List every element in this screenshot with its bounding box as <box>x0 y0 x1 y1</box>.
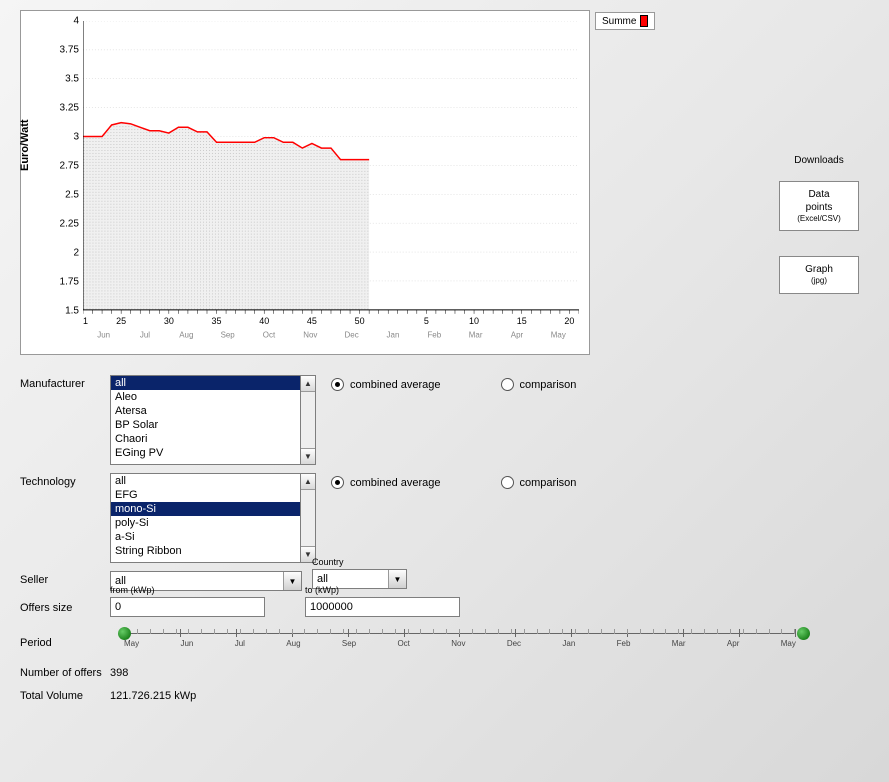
svg-text:Dec: Dec <box>345 331 359 340</box>
download-jpg-button[interactable]: Graph (jpg) <box>779 256 859 293</box>
technology-combined-radio[interactable]: combined average <box>331 476 441 489</box>
svg-text:21: 21 <box>83 316 88 326</box>
list-item[interactable]: EGing PV <box>111 446 300 460</box>
from-label: from (kWp) <box>110 585 265 595</box>
svg-text:20: 20 <box>564 316 574 326</box>
svg-text:Sep: Sep <box>221 331 236 340</box>
svg-text:Jun: Jun <box>97 331 110 340</box>
radio-off-icon <box>501 476 514 489</box>
scroll-down-icon[interactable]: ▼ <box>301 448 315 464</box>
legend-label: Summe <box>602 16 636 27</box>
period-slider[interactable]: MayJunJulAugSepOctNovDecJanFebMarAprMay <box>110 627 810 657</box>
list-item[interactable]: all <box>111 474 300 488</box>
downloads-heading: Downloads <box>779 155 859 166</box>
slider-handle-left[interactable] <box>118 627 131 640</box>
technology-scrollbar[interactable]: ▲ ▼ <box>300 473 316 563</box>
chart-legend: Summe <box>595 12 655 30</box>
svg-text:40: 40 <box>259 316 269 326</box>
list-item[interactable]: Chaori <box>111 432 300 446</box>
svg-text:10: 10 <box>469 316 479 326</box>
manufacturer-comparison-radio[interactable]: comparison <box>501 378 577 391</box>
chart-plot: 21 25 30 35 40 45 50 5 10 15 20 Jun Jul Aug Sep Oct Nov D… <box>83 21 579 355</box>
svg-text:35: 35 <box>212 316 222 326</box>
downloads-panel: Downloads Data points (Excel/CSV) Graph … <box>779 155 859 319</box>
list-item[interactable]: Atersa <box>111 404 300 418</box>
list-item[interactable]: all <box>111 376 300 390</box>
svg-text:Aug: Aug <box>179 331 193 340</box>
total-volume-value: 121.726.215 kWp <box>110 690 196 703</box>
country-label: Country <box>312 557 407 567</box>
manufacturer-combined-radio[interactable]: combined average <box>331 378 441 391</box>
total-volume-label: Total Volume <box>20 690 110 703</box>
manufacturer-listbox[interactable]: allAleoAtersaBP SolarChaoriEGing PV <box>110 375 300 465</box>
radio-on-icon <box>331 378 344 391</box>
svg-text:25: 25 <box>116 316 126 326</box>
list-item[interactable]: BP Solar <box>111 418 300 432</box>
svg-text:Nov: Nov <box>303 331 317 340</box>
scroll-up-icon[interactable]: ▲ <box>301 474 315 490</box>
legend-swatch-icon <box>640 15 648 27</box>
offers-size-label: Offers size <box>20 599 110 614</box>
list-item[interactable]: a-Si <box>111 530 300 544</box>
from-input[interactable] <box>110 597 265 617</box>
seller-label: Seller <box>20 571 110 586</box>
price-chart: Euro/Watt 1.51.7522.252.52.7533.253.53.7… <box>20 10 590 355</box>
svg-text:Oct: Oct <box>263 331 276 340</box>
list-item[interactable]: EFG <box>111 488 300 502</box>
radio-on-icon <box>331 476 344 489</box>
svg-text:May: May <box>551 331 566 340</box>
svg-text:Apr: Apr <box>511 331 524 340</box>
period-label: Period <box>20 634 110 649</box>
manufacturer-scrollbar[interactable]: ▲ ▼ <box>300 375 316 465</box>
slider-handle-right[interactable] <box>797 627 810 640</box>
num-offers-value: 398 <box>110 667 128 680</box>
list-item[interactable]: poly-Si <box>111 516 300 530</box>
download-csv-button[interactable]: Data points (Excel/CSV) <box>779 181 859 231</box>
svg-text:Mar: Mar <box>469 331 483 340</box>
svg-text:45: 45 <box>307 316 317 326</box>
y-axis-label: Euro/Watt <box>19 119 31 171</box>
svg-text:30: 30 <box>164 316 174 326</box>
list-item[interactable]: mono-Si <box>111 502 300 516</box>
scroll-up-icon[interactable]: ▲ <box>301 376 315 392</box>
list-item[interactable]: String Ribbon <box>111 544 300 558</box>
radio-off-icon <box>501 378 514 391</box>
svg-text:5: 5 <box>424 316 429 326</box>
technology-listbox[interactable]: allEFGmono-Sipoly-Sia-SiString Ribbon <box>110 473 300 563</box>
technology-comparison-radio[interactable]: comparison <box>501 476 577 489</box>
svg-text:Feb: Feb <box>427 331 441 340</box>
list-item[interactable]: Aleo <box>111 390 300 404</box>
technology-label: Technology <box>20 473 110 488</box>
manufacturer-label: Manufacturer <box>20 375 110 390</box>
to-label: to (kWp) <box>305 585 460 595</box>
svg-text:Jul: Jul <box>140 331 150 340</box>
to-input[interactable] <box>305 597 460 617</box>
chevron-down-icon: ▼ <box>283 572 301 590</box>
svg-text:15: 15 <box>517 316 527 326</box>
num-offers-label: Number of offers <box>20 667 110 680</box>
svg-text:50: 50 <box>355 316 365 326</box>
svg-text:Jan: Jan <box>387 331 400 340</box>
